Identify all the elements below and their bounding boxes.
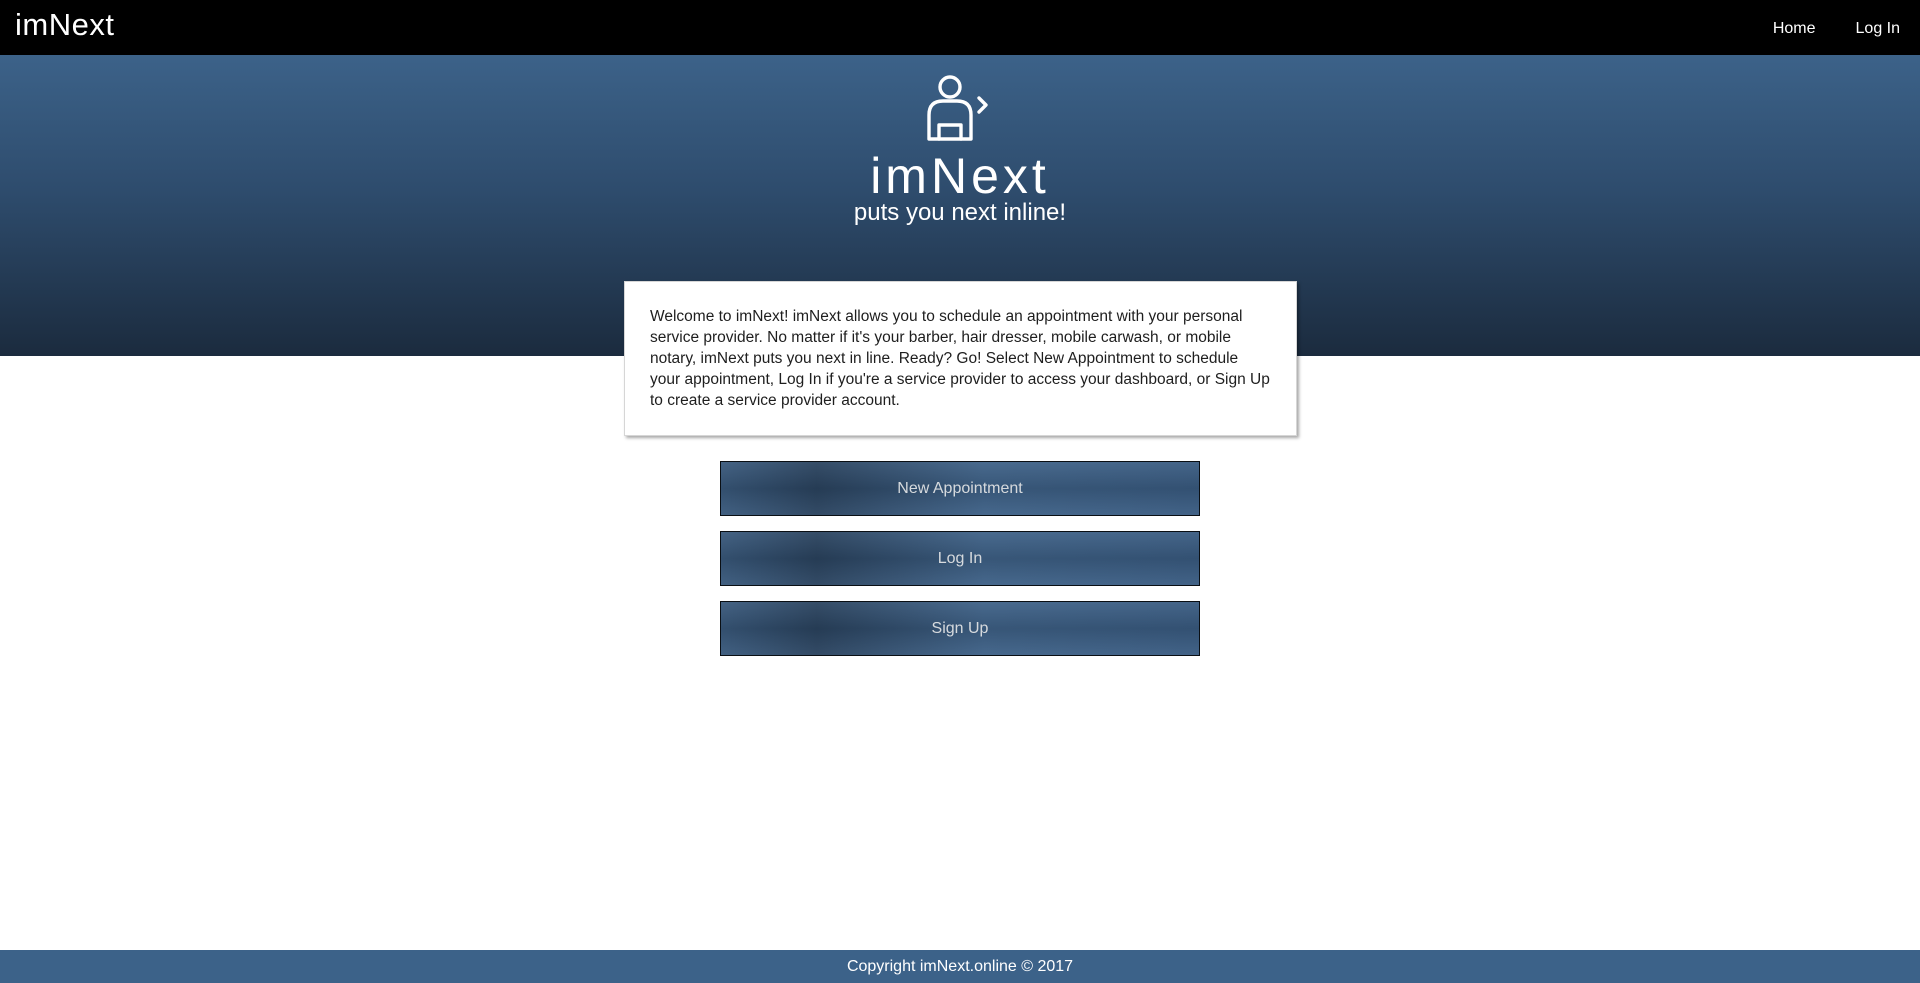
top-navbar: imNext Home Log In (0, 0, 1920, 55)
brand-logo[interactable]: imNext (15, 7, 114, 43)
copyright-text: Copyright imNext.online © 2017 (846, 957, 1074, 975)
nav-login-link[interactable]: Log In (1856, 20, 1900, 38)
footer: Copyright imNext.online © 2017 (0, 950, 1920, 983)
nav-home-link[interactable]: Home (1773, 20, 1816, 38)
nav-links: Home Log In (1773, 20, 1900, 38)
new-appointment-button[interactable]: New Appointment (720, 461, 1200, 516)
login-button[interactable]: Log In (720, 531, 1200, 586)
hero-tagline: puts you next inline! (853, 199, 1067, 226)
signup-button[interactable]: Sign Up (720, 601, 1200, 656)
hero-title: imNext (870, 148, 1050, 204)
welcome-text: Welcome to imNext! imNext allows you to … (650, 308, 1270, 409)
welcome-card: Welcome to imNext! imNext allows you to … (624, 281, 1297, 436)
user-next-icon (927, 75, 988, 141)
